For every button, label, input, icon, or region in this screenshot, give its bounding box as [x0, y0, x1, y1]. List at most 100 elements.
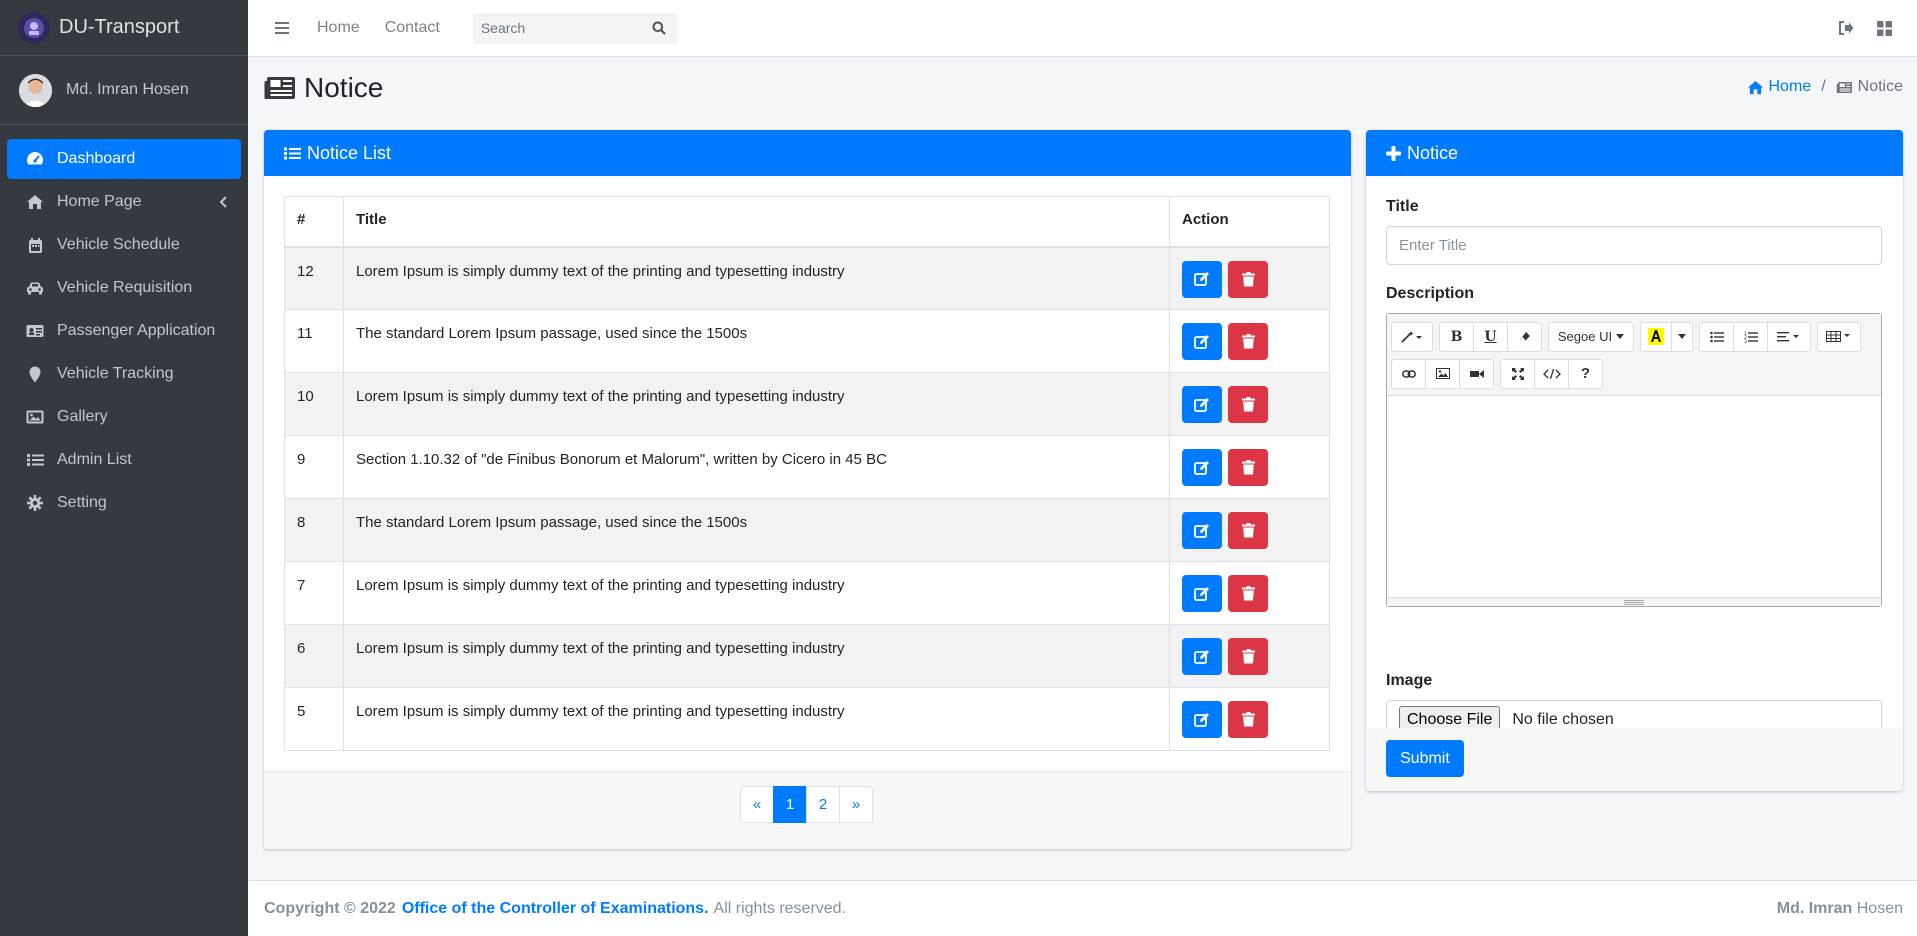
delete-button[interactable]	[1228, 512, 1268, 549]
edit-button[interactable]	[1182, 638, 1222, 675]
edit-button[interactable]	[1182, 260, 1222, 298]
row-number: 12	[284, 246, 344, 310]
image-icon	[25, 407, 45, 427]
row-actions	[1169, 246, 1330, 310]
row-number: 8	[284, 498, 344, 562]
font-family-dropdown[interactable]: Segoe UI	[1548, 321, 1634, 352]
notice-form-header: Notice	[1366, 130, 1903, 176]
footer-rights: All rights reserved.	[713, 899, 847, 917]
edit-icon	[1194, 334, 1209, 349]
pagination-page-1[interactable]: 1	[773, 786, 807, 823]
map-marker-icon	[25, 364, 45, 384]
fullscreen-icon[interactable]	[1500, 358, 1535, 389]
pagination-page-2[interactable]: 2	[806, 786, 840, 823]
ordered-list-icon[interactable]: 123	[1733, 321, 1768, 352]
brand-link[interactable]: DU-Transport	[0, 0, 248, 56]
table-row: 5 Lorem Ipsum is simply dummy text of th…	[284, 687, 1330, 751]
sidebar-item-admin-list[interactable]: Admin List	[7, 440, 241, 480]
breadcrumb: Home / Notice	[1747, 78, 1903, 96]
sidebar-item-vehicle-schedule[interactable]: Vehicle Schedule	[7, 225, 241, 265]
edit-button[interactable]	[1182, 701, 1222, 738]
table-row: 10 Lorem Ipsum is simply dummy text of t…	[284, 372, 1330, 436]
code-view-icon[interactable]	[1534, 358, 1569, 389]
nav-link-home[interactable]: Home	[317, 19, 360, 37]
unordered-list-icon[interactable]	[1699, 321, 1734, 352]
delete-button[interactable]	[1228, 449, 1268, 486]
delete-button[interactable]	[1228, 575, 1268, 612]
logout-icon[interactable]	[1837, 19, 1855, 37]
grid-icon[interactable]	[1875, 19, 1893, 37]
underline-icon[interactable]: U	[1473, 321, 1508, 352]
notice-list-title: Notice List	[307, 142, 392, 163]
trash-icon	[1241, 460, 1255, 475]
notice-list-header: Notice List	[264, 130, 1351, 176]
footer-org-link[interactable]: Office of the Controller of Examinations…	[402, 900, 709, 918]
table-row: 12 Lorem Ipsum is simply dummy text of t…	[284, 246, 1330, 310]
user-panel[interactable]: Md. Imran Hosen	[0, 56, 248, 125]
title-input[interactable]	[1386, 226, 1882, 265]
home-icon	[1747, 80, 1764, 95]
notice-form-title: Notice	[1407, 142, 1459, 163]
trash-icon	[1241, 586, 1255, 601]
edit-icon	[1194, 712, 1209, 727]
trash-icon	[1241, 649, 1255, 664]
list-icon	[284, 146, 301, 161]
sidebar-item-setting[interactable]: Setting	[7, 483, 241, 523]
breadcrumb-home[interactable]: Home	[1747, 78, 1812, 96]
picture-icon[interactable]	[1425, 358, 1460, 389]
submit-button[interactable]: Submit	[1386, 740, 1464, 777]
table-row: 6 Lorem Ipsum is simply dummy text of th…	[284, 624, 1330, 688]
sidebar-item-label: Gallery	[57, 408, 108, 425]
row-number: 11	[284, 309, 344, 373]
delete-button[interactable]	[1228, 323, 1268, 360]
table-header-row: # Title Action	[284, 196, 1330, 248]
avatar	[19, 73, 52, 107]
search-icon[interactable]	[643, 13, 676, 44]
sidebar-item-label: Setting	[57, 494, 107, 511]
edit-button[interactable]	[1182, 323, 1222, 360]
font-family-value: Segoe UI	[1557, 329, 1613, 344]
link-icon[interactable]	[1391, 358, 1426, 389]
column-header-title: Title	[343, 196, 1170, 248]
color-dropdown-icon[interactable]	[1671, 321, 1693, 352]
edit-button[interactable]	[1182, 575, 1222, 612]
nav-link-contact[interactable]: Contact	[385, 19, 440, 37]
sidebar-item-dashboard[interactable]: Dashboard	[7, 139, 241, 179]
paragraph-align-icon[interactable]	[1767, 321, 1811, 352]
table-icon[interactable]	[1817, 321, 1861, 352]
breadcrumb-current: Notice	[1836, 78, 1903, 96]
sidebar-item-vehicle-requisition[interactable]: Vehicle Requisition	[7, 268, 241, 308]
sidebar-item-home-page[interactable]: Home Page	[7, 182, 241, 222]
sidebar-item-vehicle-tracking[interactable]: Vehicle Tracking	[7, 354, 241, 394]
description-editor: B U Segoe UI 1 2 3 ?	[1386, 313, 1882, 607]
pagination-next[interactable]: »	[839, 786, 873, 823]
text-color-icon[interactable]	[1640, 321, 1672, 352]
delete-button[interactable]	[1228, 638, 1268, 675]
menu-toggle-icon[interactable]	[272, 18, 292, 38]
editor-resize-handle[interactable]	[1387, 597, 1881, 606]
page-title: Notice	[264, 72, 383, 104]
sidebar-item-passenger-application[interactable]: Passenger Application	[7, 311, 241, 351]
delete-button[interactable]	[1228, 260, 1268, 298]
video-icon[interactable]	[1459, 358, 1494, 389]
delete-button[interactable]	[1228, 701, 1268, 738]
search-input[interactable]	[472, 12, 643, 44]
edit-button[interactable]	[1182, 449, 1222, 486]
description-editor-area[interactable]	[1387, 396, 1881, 596]
edit-button[interactable]	[1182, 512, 1222, 549]
style-magic-icon[interactable]	[1391, 321, 1433, 352]
search-box	[472, 12, 678, 44]
edit-button[interactable]	[1182, 386, 1222, 423]
notice-form-card: Notice Title Description B U	[1366, 130, 1903, 791]
help-icon[interactable]: ?	[1568, 358, 1603, 389]
table-row: 8 The standard Lorem Ipsum passage, used…	[284, 498, 1330, 562]
breadcrumb-home-label: Home	[1768, 78, 1812, 95]
eraser-icon[interactable]	[1507, 321, 1542, 352]
sidebar-item-label: Vehicle Requisition	[57, 279, 193, 296]
pagination-prev[interactable]: «	[740, 786, 774, 823]
sidebar-nav: Dashboard Home Page Vehicle Schedule Veh…	[0, 125, 248, 523]
delete-button[interactable]	[1228, 386, 1268, 423]
sidebar-item-gallery[interactable]: Gallery	[7, 397, 241, 437]
bold-icon[interactable]: B	[1439, 321, 1474, 352]
id-card-icon	[25, 321, 45, 341]
